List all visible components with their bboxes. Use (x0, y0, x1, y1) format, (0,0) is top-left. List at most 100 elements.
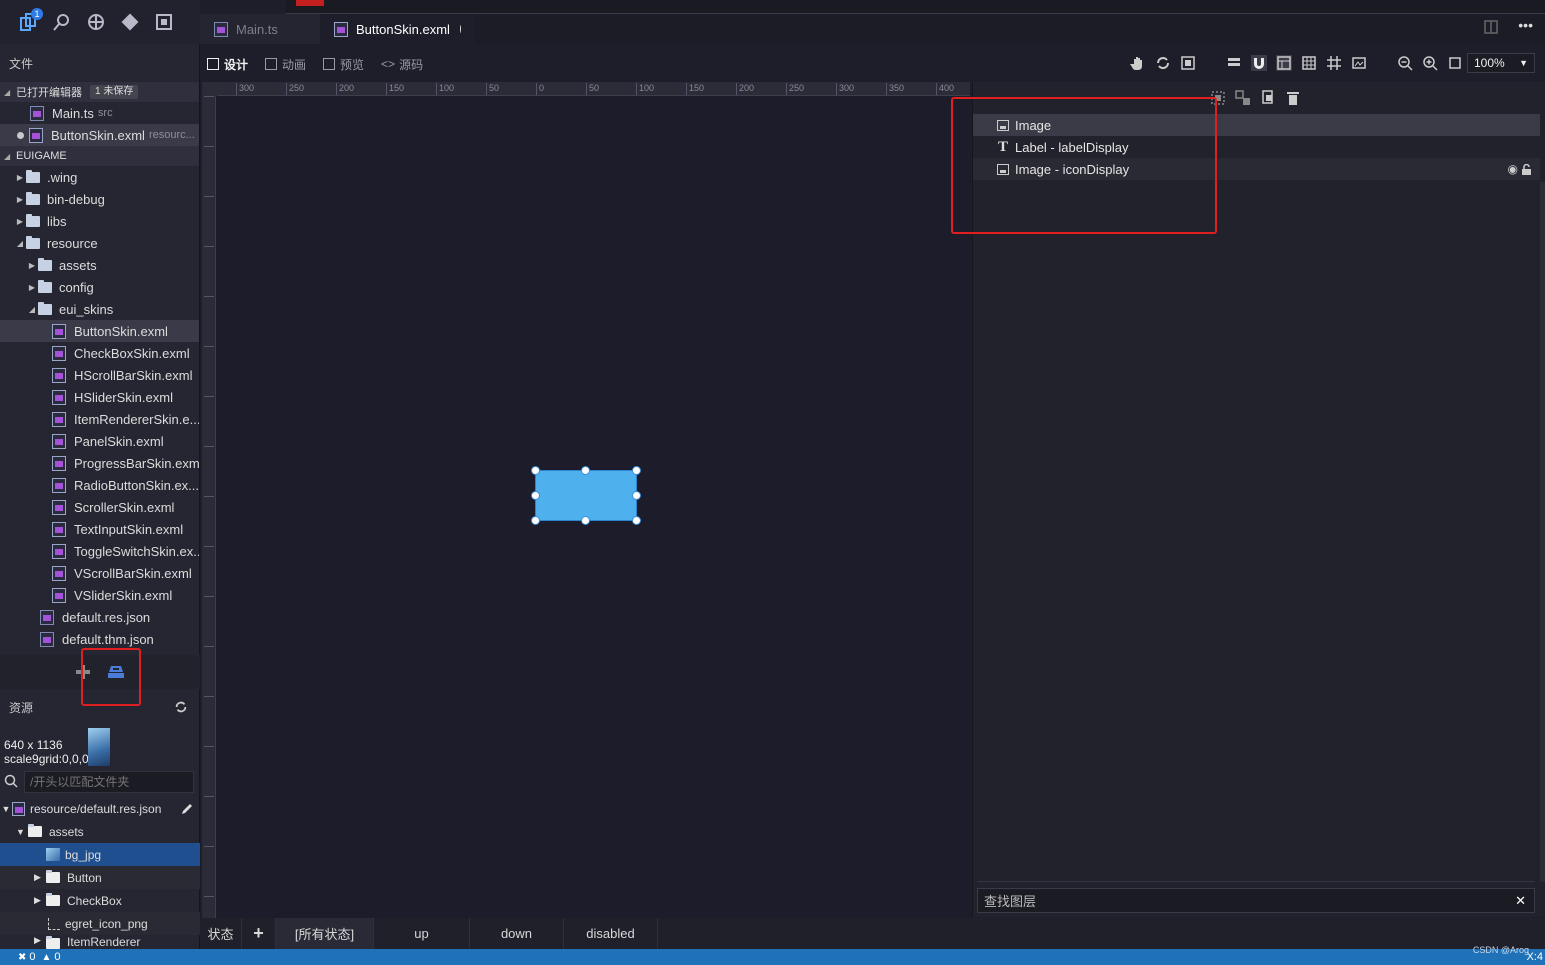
error-icon[interactable]: ✖ (18, 952, 26, 963)
ungroup-icon[interactable] (1235, 90, 1251, 106)
tree-file[interactable]: CheckBoxSkin.exml (0, 342, 199, 364)
preview-mode-button[interactable]: 预览 (323, 56, 364, 73)
add-state-icon[interactable]: + (242, 918, 276, 949)
design-mode-button[interactable]: 设计 (207, 56, 248, 73)
refresh-icon[interactable] (174, 700, 188, 714)
resource-file-row[interactable]: ▼ resource/default.res.json (0, 797, 200, 820)
resource-scale9: scale9grid:0,0,0,0 (4, 752, 99, 766)
tree-file[interactable]: VScrollBarSkin.exml (0, 562, 199, 584)
more-icon[interactable]: ••• (1518, 18, 1533, 34)
state-tab-down[interactable]: down (470, 918, 564, 949)
tree-folder[interactable]: ▶ bin-debug (0, 188, 199, 210)
resource-folder-row[interactable]: ▶ CheckBox (0, 889, 200, 912)
resize-handle-e[interactable] (632, 491, 641, 500)
tree-file[interactable]: VSliderSkin.exml (0, 584, 199, 606)
grid-icon[interactable] (1301, 55, 1317, 71)
tree-file[interactable]: HSliderSkin.exml (0, 386, 199, 408)
fit-screen-icon[interactable] (1447, 55, 1463, 71)
animation-mode-button[interactable]: 动画 (265, 56, 306, 73)
layer-search-input[interactable]: 查找图层 ✕ (977, 888, 1535, 913)
tree-folder[interactable]: ◢ eui_skins (0, 298, 199, 320)
notification-strip (286, 0, 1545, 14)
state-tab-all[interactable]: [所有状态] (276, 918, 374, 949)
snap-icon[interactable] (1276, 55, 1292, 71)
close-icon[interactable]: ✕ (1515, 893, 1526, 909)
tree-file[interactable]: HScrollBarSkin.exml (0, 364, 199, 386)
zoom-out-icon[interactable] (1397, 55, 1413, 71)
project-header[interactable]: ◢ EUIGAME (0, 146, 199, 166)
tree-folder[interactable]: ▶ config (0, 276, 199, 298)
split-editor-icon[interactable] (1484, 20, 1499, 34)
layer-scrollbar[interactable] (1540, 182, 1545, 882)
copy-icon[interactable] (1260, 90, 1276, 106)
tree-label: ItemRendererSkin.e... (74, 411, 199, 427)
resize-handle-nw[interactable] (531, 466, 540, 475)
fit-icon[interactable] (1180, 55, 1196, 71)
tree-file[interactable]: default.res.json (0, 606, 199, 628)
tree-folder[interactable]: ▶ .wing (0, 166, 199, 188)
tree-folder[interactable]: ▶ assets (0, 254, 199, 276)
resource-folder-row[interactable]: ▶ Button (0, 866, 200, 889)
resize-handle-ne[interactable] (632, 466, 641, 475)
open-editors-header[interactable]: ◢ 已打开编辑器 1 未保存 (0, 82, 199, 102)
trash-icon[interactable] (1285, 90, 1301, 106)
resource-folder-row[interactable]: ▶ ItemRenderer (0, 935, 200, 949)
tree-file[interactable]: ButtonSkin.exml (0, 320, 199, 342)
explorer-icon[interactable]: 1 (18, 8, 43, 32)
search-icon[interactable] (52, 12, 72, 32)
tree-file[interactable]: RadioButtonSkin.ex... (0, 474, 199, 496)
resource-item-row[interactable]: bg_jpg (0, 843, 200, 866)
refresh-icon[interactable] (1155, 55, 1171, 71)
resource-folder-row[interactable]: ▼ assets (0, 820, 200, 843)
resize-handle-sw[interactable] (531, 516, 540, 525)
edit-icon[interactable] (181, 802, 194, 815)
tree-file[interactable]: ScrollerSkin.exml (0, 496, 199, 518)
zoom-select[interactable]: 100% ▼ (1467, 53, 1535, 73)
resource-item-row[interactable]: egret_icon_png (0, 912, 200, 935)
state-tab-up[interactable]: up (374, 918, 470, 949)
hand-tool-icon[interactable] (1130, 55, 1146, 71)
resource-thumbnail (88, 728, 110, 766)
selected-button-skin[interactable] (535, 470, 637, 521)
folder-icon (46, 870, 60, 883)
guides-icon[interactable] (1326, 55, 1342, 71)
resize-handle-s[interactable] (581, 516, 590, 525)
tree-label: resource (47, 235, 98, 251)
tree-file[interactable]: ItemRendererSkin.e... (0, 408, 199, 430)
magnet-icon[interactable] (1251, 55, 1267, 71)
source-mode-button[interactable]: <> 源码 (381, 56, 423, 73)
layers-icon[interactable] (1226, 55, 1242, 71)
image-check-icon[interactable] (1351, 55, 1367, 71)
exml-file-icon (52, 345, 66, 361)
unlock-icon[interactable] (1521, 163, 1532, 175)
extensions-icon[interactable] (154, 12, 174, 32)
eye-icon[interactable]: ◉ (1508, 162, 1518, 176)
tree-label: ButtonSkin.exml (74, 323, 168, 339)
open-file-item[interactable]: ButtonSkin.exml resourc... (0, 124, 199, 146)
unsaved-dot-icon[interactable] (459, 25, 461, 33)
chevron-right-icon: ▶ (34, 895, 41, 905)
git-icon[interactable] (120, 12, 140, 32)
tab-main-ts[interactable]: Main.ts (200, 14, 320, 44)
tree-file[interactable]: default.thm.json (0, 628, 199, 650)
image-icon (48, 917, 60, 930)
tree-folder[interactable]: ◢ resource (0, 232, 199, 254)
resize-handle-se[interactable] (632, 516, 641, 525)
tab-buttonskin[interactable]: ButtonSkin.exml (320, 14, 475, 44)
open-file-item[interactable]: Main.ts src (0, 102, 199, 124)
tree-file[interactable]: ProgressBarSkin.exml (0, 452, 199, 474)
search-icon (4, 774, 18, 788)
resize-handle-n[interactable] (581, 466, 590, 475)
tree-file[interactable]: ToggleSwitchSkin.ex... (0, 540, 199, 562)
resource-search-input[interactable] (24, 771, 194, 793)
tree-file[interactable]: TextInputSkin.exml (0, 518, 199, 540)
tree-folder[interactable]: ▶ libs (0, 210, 199, 232)
chevron-right-icon: ▶ (16, 194, 24, 204)
warning-icon[interactable]: ▲ (42, 952, 52, 963)
exml-file-icon (52, 411, 66, 427)
debug-icon[interactable] (86, 12, 106, 32)
zoom-in-icon[interactable] (1422, 55, 1438, 71)
tree-file[interactable]: PanelSkin.exml (0, 430, 199, 452)
resize-handle-w[interactable] (531, 491, 540, 500)
state-tab-disabled[interactable]: disabled (564, 918, 658, 949)
